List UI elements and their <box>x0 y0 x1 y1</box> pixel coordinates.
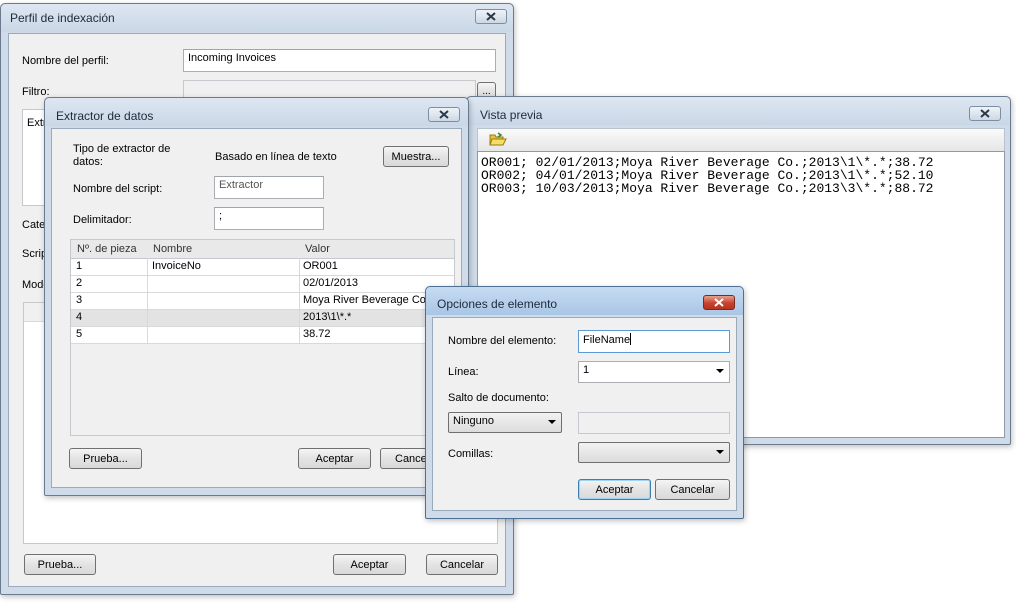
cancel-button[interactable]: Cancelar <box>655 479 730 500</box>
profile-name-label: Nombre del perfil: <box>22 55 109 67</box>
category-label: Cate <box>22 219 46 231</box>
line-select-value: 1 <box>583 364 590 376</box>
cancel-button[interactable]: Cancelar <box>426 554 498 575</box>
extractor-type-label-line1: Tipo de extractor de <box>73 143 171 155</box>
part-number-cell: 1 <box>76 260 83 272</box>
close-icon <box>980 109 990 118</box>
client-area: Nombre del elemento: FileName Línea: 1 S… <box>432 317 737 511</box>
preview-toolbar <box>477 128 1005 152</box>
column-header-name[interactable]: Nombre <box>153 243 192 255</box>
filter-label: Filtro: <box>22 86 50 98</box>
part-number-cell: 4 <box>76 311 83 323</box>
table-row[interactable]: 1 InvoiceNo OR001 <box>71 259 454 276</box>
document-break-select[interactable]: Ninguno <box>448 412 562 433</box>
title-bar[interactable]: Vista previa <box>467 97 1010 125</box>
line-select[interactable]: 1 <box>578 361 730 383</box>
document-break-label: Salto de documento: <box>448 392 549 404</box>
window-title: Vista previa <box>480 108 543 122</box>
accept-button[interactable]: Aceptar <box>333 554 406 575</box>
close-button[interactable] <box>475 9 507 24</box>
quotes-label: Comillas: <box>448 448 494 460</box>
column-header-part-number[interactable]: Nº. de pieza <box>77 243 137 255</box>
element-name-field[interactable]: FileName <box>578 330 730 353</box>
test-button[interactable]: Prueba... <box>69 448 142 469</box>
extractor-type-value: Basado en línea de texto <box>215 151 337 163</box>
value-cell: Moya River Beverage Co. <box>303 294 429 306</box>
close-icon <box>439 110 449 119</box>
table-header: Nº. de pieza Nombre Valor <box>71 240 454 259</box>
quotes-select[interactable] <box>578 442 730 463</box>
chevron-down-icon <box>716 450 724 454</box>
delimiter-label: Delimitador: <box>73 214 132 226</box>
accept-button[interactable]: Aceptar <box>578 479 651 500</box>
data-extractor-window: Extractor de datos Tipo de extractor de … <box>44 97 469 496</box>
window-title: Extractor de datos <box>56 109 154 123</box>
element-options-dialog: Opciones de elemento Nombre del elemento… <box>425 286 744 519</box>
table-row[interactable]: 3 Moya River Beverage Co. <box>71 293 454 310</box>
element-name-value: FileName <box>583 334 631 346</box>
preview-lines: OR001; 02/01/2013;Moya River Beverage Co… <box>481 156 933 195</box>
column-separator <box>147 258 148 344</box>
script-name-field[interactable]: Extractor <box>214 176 324 199</box>
column-separator <box>299 258 300 344</box>
close-icon <box>486 12 496 21</box>
table-row[interactable]: 2 02/01/2013 <box>71 276 454 293</box>
window-title: Opciones de elemento <box>437 297 558 311</box>
extractor-type-label-line2: datos: <box>73 156 103 168</box>
title-bar[interactable]: Extractor de datos <box>45 98 468 126</box>
sample-button[interactable]: Muestra... <box>383 146 449 167</box>
value-cell: OR001 <box>303 260 338 272</box>
chevron-down-icon <box>716 369 724 373</box>
document-break-field[interactable] <box>578 412 730 434</box>
preview-line: OR003; 10/03/2013;Moya River Beverage Co… <box>481 181 934 196</box>
text-cursor <box>630 333 632 345</box>
name-cell: InvoiceNo <box>152 260 201 272</box>
column-header-value[interactable]: Valor <box>305 243 330 255</box>
part-number-cell: 5 <box>76 328 83 340</box>
title-bar[interactable]: Perfil de indexación <box>1 4 513 32</box>
close-icon <box>714 298 724 307</box>
element-name-label: Nombre del elemento: <box>448 335 557 347</box>
window-title: Perfil de indexación <box>10 11 115 25</box>
chevron-down-icon <box>548 420 556 424</box>
table-row-selected[interactable]: 4 2013\1\*.* <box>71 310 454 327</box>
part-number-cell: 2 <box>76 277 83 289</box>
line-label: Línea: <box>448 366 479 378</box>
open-folder-icon[interactable] <box>489 132 507 147</box>
close-button[interactable] <box>969 106 1001 121</box>
close-button[interactable] <box>703 295 735 310</box>
table-row[interactable]: 5 38.72 <box>71 327 454 344</box>
parts-table[interactable]: Nº. de pieza Nombre Valor 1 InvoiceNo OR… <box>70 239 455 436</box>
value-cell: 02/01/2013 <box>303 277 359 289</box>
document-break-select-value: Ninguno <box>453 415 494 427</box>
title-bar[interactable]: Opciones de elemento <box>426 287 743 315</box>
client-area: Tipo de extractor de datos: Basado en lí… <box>51 128 462 488</box>
accept-button[interactable]: Aceptar <box>298 448 371 469</box>
test-button[interactable]: Prueba... <box>24 554 96 575</box>
value-cell: 38.72 <box>303 328 331 340</box>
part-number-cell: 3 <box>76 294 83 306</box>
value-cell: 2013\1\*.* <box>303 311 352 323</box>
script-name-label: Nombre del script: <box>73 183 163 195</box>
delimiter-field[interactable]: ; <box>214 207 324 230</box>
profile-name-field[interactable]: Incoming Invoices <box>183 49 496 72</box>
close-button[interactable] <box>428 107 460 122</box>
